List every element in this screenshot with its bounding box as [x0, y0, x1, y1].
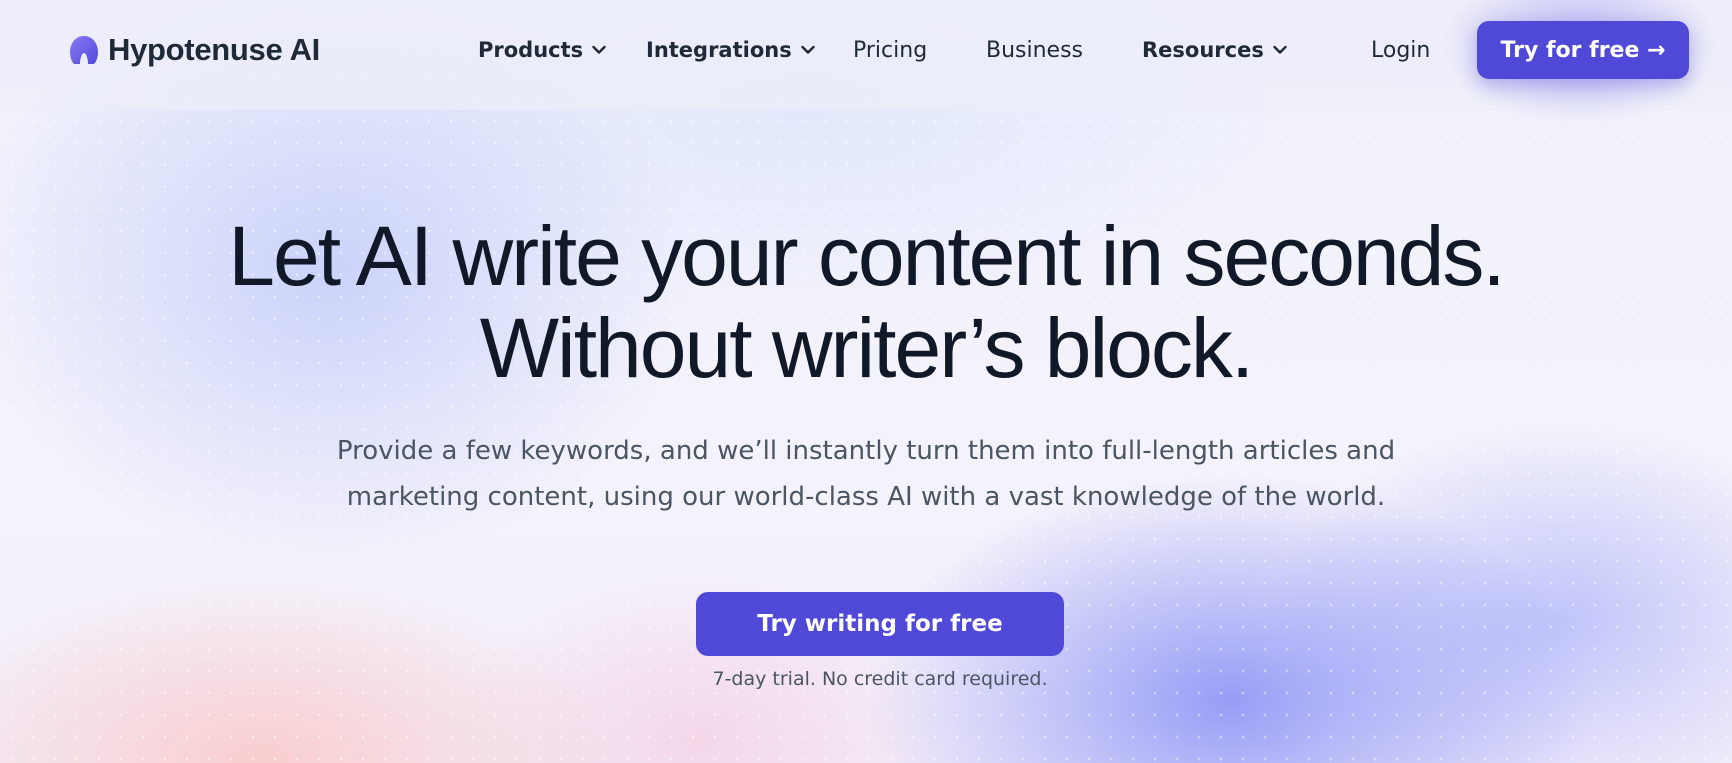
nav-pricing[interactable]: Pricing — [853, 34, 927, 66]
top-navbar: Hypotenuse AI Products Integrations Pric… — [0, 0, 1732, 130]
hero-subtitle-line2: marketing content, using our world-class… — [346, 482, 1386, 512]
hero-subtitle-line1: Provide a few keywords, and we’ll instan… — [336, 436, 1396, 466]
hypotenuse-logo-icon — [70, 36, 98, 64]
hero-headline: Let AI write your content in seconds. Wi… — [0, 210, 1732, 394]
try-for-free-button[interactable]: Try for free → — [1477, 21, 1689, 79]
nav-resources-label: Resources — [1142, 38, 1264, 62]
brand-name: Hypotenuse AI — [108, 32, 320, 67]
hero-subtitle: Provide a few keywords, and we’ll instan… — [266, 428, 1466, 520]
hero-headline-line1: Let AI write your content in seconds. — [228, 209, 1505, 303]
nav-products[interactable]: Products — [478, 34, 606, 66]
hero-headline-line2: Without writer’s block. — [479, 301, 1254, 395]
nav-business-label: Business — [986, 37, 1084, 63]
nav-pricing-label: Pricing — [853, 37, 928, 63]
login-link[interactable]: Login — [1371, 34, 1430, 66]
nav-business[interactable]: Business — [986, 34, 1083, 66]
trial-note: 7-day trial. No credit card required. — [712, 668, 1048, 690]
try-writing-for-free-button[interactable]: Try writing for free — [696, 592, 1064, 656]
chevron-down-icon — [1273, 45, 1287, 54]
chevron-down-icon — [592, 45, 606, 54]
nav-integrations[interactable]: Integrations — [646, 34, 815, 66]
chevron-down-icon — [801, 45, 815, 54]
nav-resources[interactable]: Resources — [1142, 34, 1287, 66]
brand-logo-link[interactable]: Hypotenuse AI — [68, 32, 320, 68]
nav-integrations-label: Integrations — [646, 38, 792, 62]
nav-products-label: Products — [478, 38, 584, 62]
